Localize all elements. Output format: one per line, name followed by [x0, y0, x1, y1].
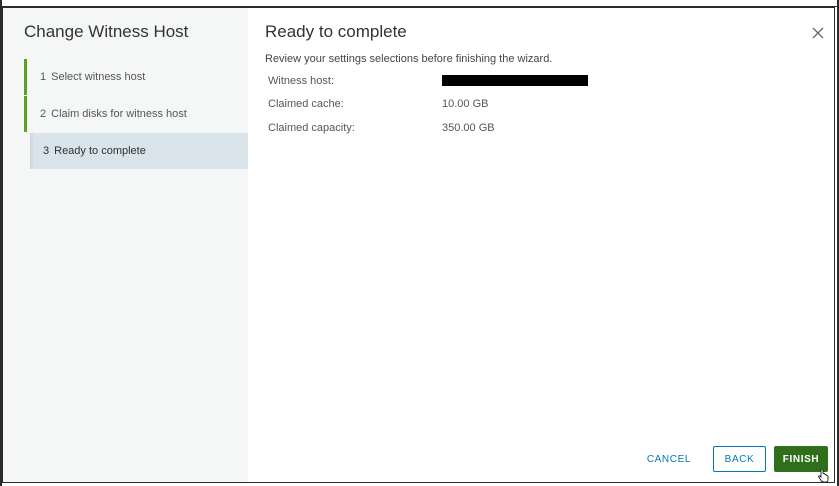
- summary-value: 10.00 GB: [442, 98, 489, 111]
- wizard-main-panel: Ready to complete Review your settings s…: [248, 8, 834, 482]
- change-witness-host-dialog: Change Witness Host 1 Select witness hos…: [2, 7, 835, 483]
- summary-label: Claimed capacity:: [268, 121, 355, 134]
- back-button[interactable]: BACK: [713, 446, 766, 472]
- finish-button[interactable]: FINISH: [774, 446, 829, 482]
- close-icon: [812, 27, 824, 39]
- finish-button-label: FINISH: [782, 453, 820, 465]
- window-border-left: [0, 0, 2, 486]
- summary-row-claimed-cache: Claimed cache: 10.00 GB: [268, 93, 588, 117]
- background-window-edge: [0, 0, 839, 7]
- step-ready-to-complete[interactable]: 3 Ready to complete: [30, 133, 248, 169]
- summary-value: 350.00 GB: [442, 121, 495, 134]
- wizard-steps: 1 Select witness host 2 Claim disks for …: [24, 59, 248, 170]
- hand-cursor-icon: [818, 469, 829, 482]
- step-label: Ready to complete: [54, 145, 146, 157]
- step-number: 3: [43, 145, 50, 157]
- step-select-witness-host[interactable]: 1 Select witness host: [24, 59, 248, 95]
- cancel-button[interactable]: CANCEL: [635, 446, 703, 472]
- page-title: Ready to complete: [265, 22, 407, 41]
- step-number: 1: [40, 71, 47, 83]
- close-button[interactable]: [811, 26, 825, 40]
- page-subtitle: Review your settings selections before f…: [265, 53, 553, 65]
- step-label: Claim disks for witness host: [51, 108, 187, 120]
- redaction-bar: [442, 75, 588, 87]
- summary-row-witness-host: Witness host:: [268, 69, 588, 93]
- step-claim-disks[interactable]: 2 Claim disks for witness host: [24, 96, 248, 132]
- wizard-title: Change Witness Host: [24, 22, 189, 41]
- screen: Change Witness Host 1 Select witness hos…: [0, 0, 839, 486]
- summary-list: Witness host: Claimed cache: 10.00 GB Cl…: [268, 69, 588, 140]
- step-number: 2: [40, 108, 47, 120]
- summary-value-redacted: [442, 72, 588, 89]
- wizard-sidebar: Change Witness Host 1 Select witness hos…: [3, 8, 248, 482]
- wizard-footer: CANCEL BACK FINISH: [635, 446, 829, 482]
- summary-label: Witness host:: [268, 74, 335, 87]
- summary-label: Claimed cache:: [268, 98, 344, 111]
- summary-row-claimed-capacity: Claimed capacity: 350.00 GB: [268, 116, 588, 140]
- step-label: Select witness host: [51, 71, 146, 83]
